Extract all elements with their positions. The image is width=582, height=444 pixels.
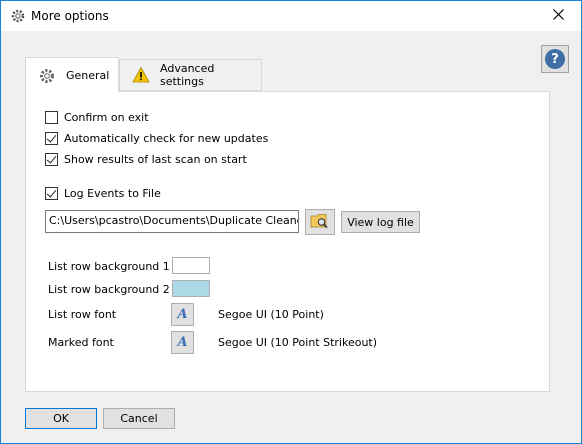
confirm-exit-checkbox[interactable]: [45, 111, 58, 124]
tab-advanced-settings[interactable]: Advanced settings: [119, 59, 262, 91]
tab-advanced-label: Advanced settings: [160, 62, 215, 88]
help-icon: ?: [545, 49, 565, 69]
tab-general-label: General: [66, 69, 110, 82]
font-icon: A: [177, 307, 188, 322]
show-results-option[interactable]: Show results of last scan on start: [45, 153, 247, 166]
window-title: More options: [31, 9, 109, 23]
row-background-2-swatch[interactable]: [172, 280, 210, 297]
auto-update-label: Automatically check for new updates: [64, 132, 269, 145]
row-background-1-swatch[interactable]: [172, 257, 210, 274]
tab-general[interactable]: General: [25, 57, 119, 93]
title-bar: More options: [1, 1, 581, 31]
close-button[interactable]: [535, 1, 581, 31]
gear-icon: [10, 8, 26, 24]
log-events-checkbox[interactable]: [45, 187, 58, 200]
more-options-dialog: More options ? General Advanced settings…: [0, 0, 582, 444]
ok-button[interactable]: OK: [25, 408, 97, 429]
help-button[interactable]: ?: [541, 45, 569, 73]
log-events-label: Log Events to File: [64, 187, 161, 200]
show-results-checkbox[interactable]: [45, 153, 58, 166]
folder-search-icon: [310, 212, 330, 233]
auto-update-checkbox[interactable]: [45, 132, 58, 145]
row-background-1-label: List row background 1: [48, 260, 170, 273]
close-icon: [552, 9, 564, 23]
browse-log-button[interactable]: [305, 209, 335, 235]
row-font-value: Segoe UI (10 Point): [218, 308, 324, 321]
marked-font-value: Segoe UI (10 Point Strikeout): [218, 336, 378, 349]
font-icon: A: [177, 335, 188, 350]
warning-icon: [132, 66, 150, 84]
view-log-file-button[interactable]: View log file: [341, 211, 420, 233]
row-font-label: List row font: [48, 308, 117, 321]
log-events-option[interactable]: Log Events to File: [45, 187, 161, 200]
log-path-input[interactable]: C:\Users\pcastro\Documents\Duplicate Cle…: [45, 210, 299, 233]
cancel-button[interactable]: Cancel: [103, 408, 175, 429]
auto-update-option[interactable]: Automatically check for new updates: [45, 132, 268, 145]
row-font-button[interactable]: A: [171, 303, 194, 326]
marked-font-button[interactable]: A: [171, 331, 194, 354]
show-results-label: Show results of last scan on start: [64, 153, 247, 166]
confirm-exit-option[interactable]: Confirm on exit: [45, 111, 149, 124]
row-background-2-label: List row background 2: [48, 283, 170, 296]
marked-font-label: Marked font: [48, 336, 114, 349]
confirm-exit-label: Confirm on exit: [64, 111, 149, 124]
gear-icon: [38, 67, 56, 85]
